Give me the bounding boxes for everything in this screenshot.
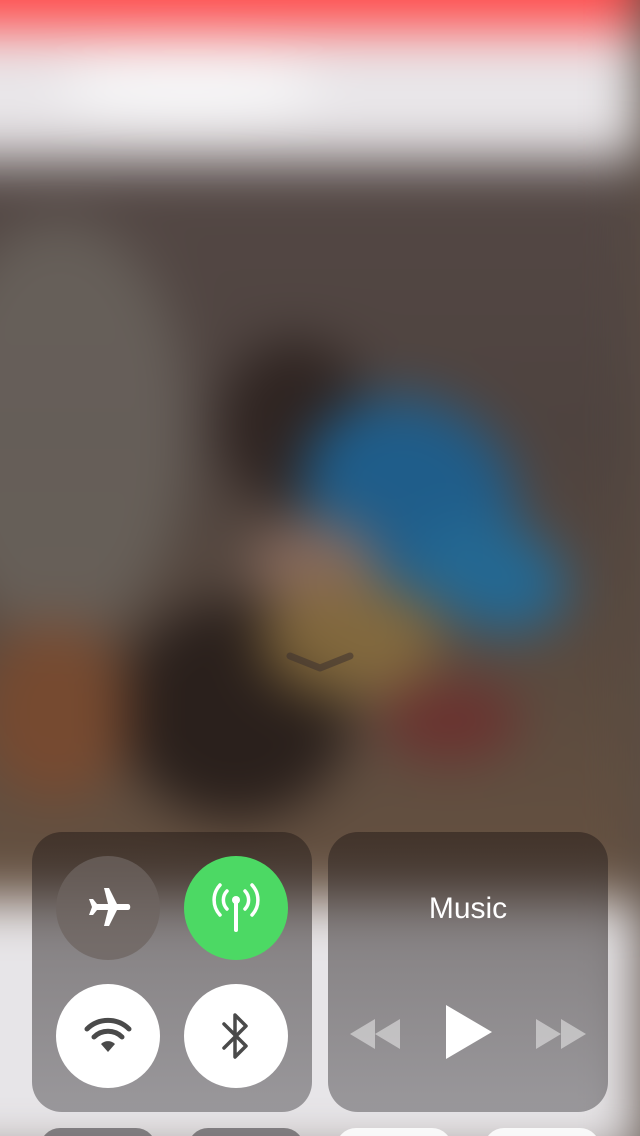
wifi-toggle[interactable] (56, 984, 160, 1088)
music-title: Music (428, 892, 508, 925)
chevron-down-icon[interactable] (286, 650, 354, 672)
control-tile[interactable] (40, 1128, 156, 1136)
wifi-icon (84, 1017, 132, 1052)
music-panel[interactable]: Music (328, 832, 608, 1112)
rewind-button[interactable] (346, 1012, 404, 1056)
cellular-data-toggle[interactable] (184, 856, 288, 960)
control-center-screen: Music (0, 0, 640, 1136)
bluetooth-icon (222, 1013, 248, 1059)
connectivity-panel (32, 832, 312, 1112)
control-tile[interactable] (188, 1128, 304, 1136)
fast-forward-button[interactable] (532, 1012, 590, 1056)
control-tile[interactable] (484, 1128, 600, 1136)
play-button[interactable] (438, 1000, 498, 1064)
cellular-antenna-icon (212, 883, 260, 932)
airplane-mode-toggle[interactable] (56, 856, 160, 960)
control-tile[interactable] (336, 1128, 452, 1136)
airplane-icon (89, 888, 131, 926)
rewind-icon (350, 1019, 400, 1049)
bluetooth-toggle[interactable] (184, 984, 288, 1088)
play-icon (446, 1005, 492, 1059)
fast-forward-icon (536, 1019, 586, 1049)
